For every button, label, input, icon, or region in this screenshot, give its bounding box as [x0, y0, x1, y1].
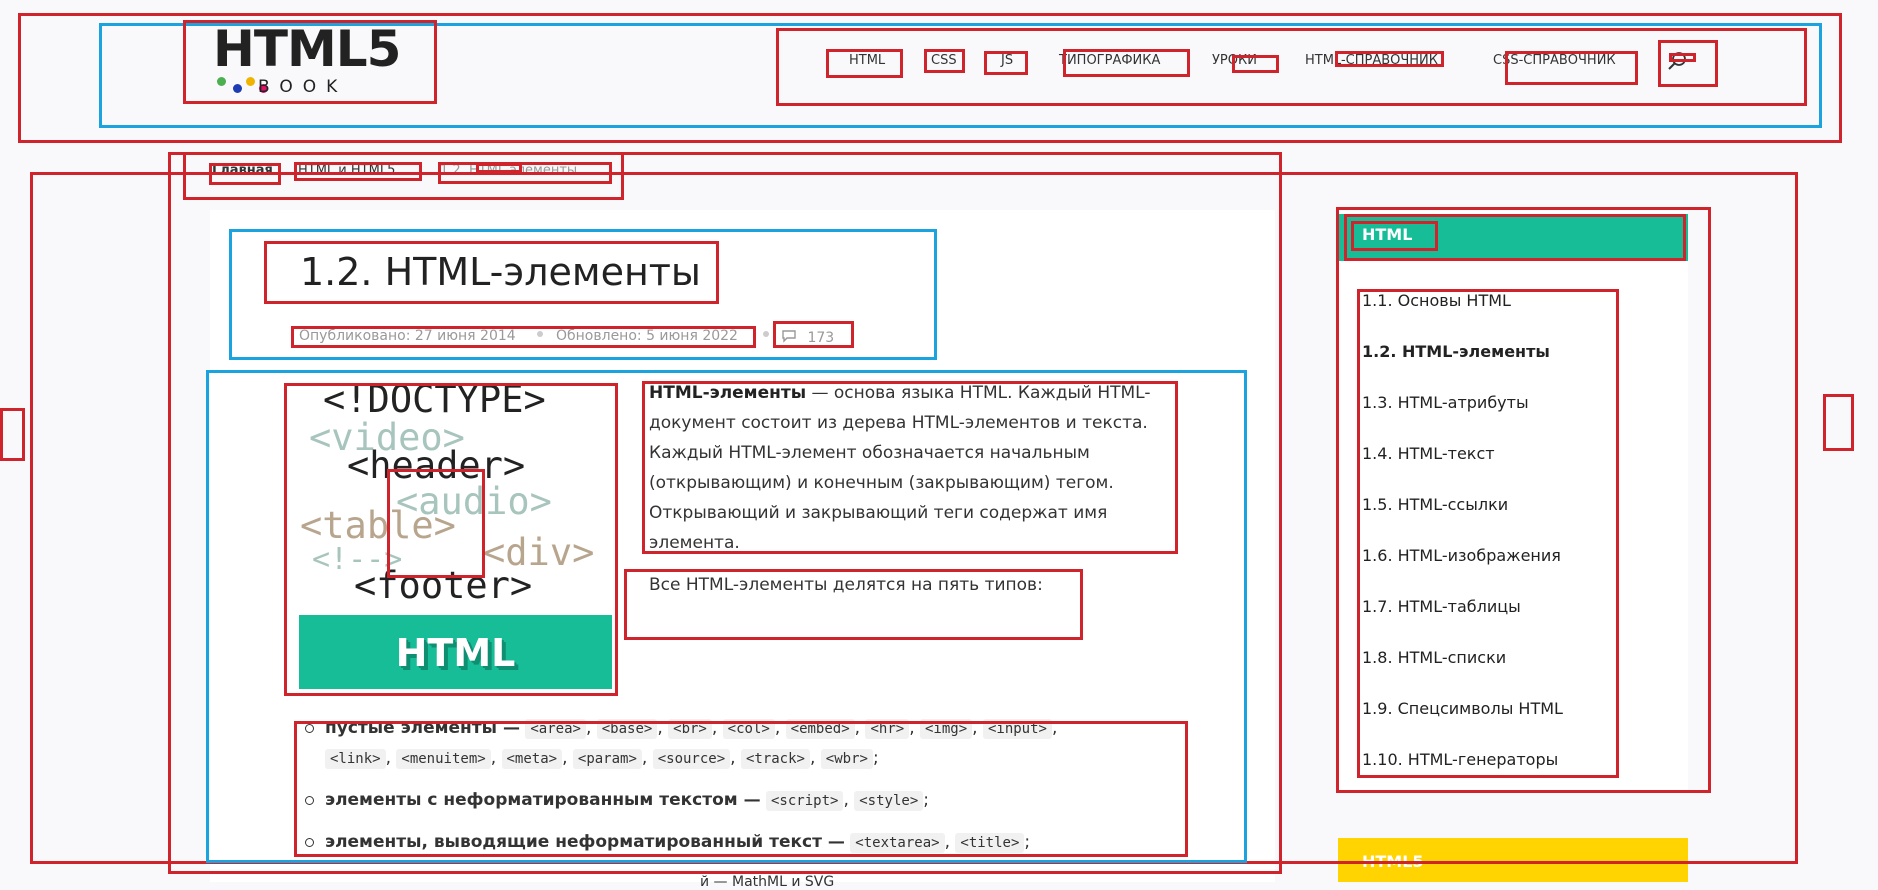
annotation-box	[1232, 55, 1279, 73]
annotation-box	[1063, 49, 1190, 77]
annotation-box	[1658, 40, 1718, 87]
annotation-box	[294, 721, 1188, 857]
annotation-box	[387, 469, 485, 578]
annotation-box	[291, 326, 756, 348]
annotation-box	[826, 49, 903, 78]
annotation-box	[773, 321, 854, 348]
annotation-box	[624, 569, 1083, 640]
annotation-box	[294, 162, 422, 181]
annotation-box	[1351, 221, 1438, 251]
annotation-box	[0, 408, 25, 461]
annotation-box	[1823, 394, 1854, 451]
annotation-box	[476, 163, 522, 173]
annotation-box	[642, 381, 1178, 554]
annotation-box	[984, 51, 1028, 75]
annotation-box	[438, 162, 612, 184]
annotation-box	[264, 241, 719, 304]
cut-off-text: й — MathML и SVG	[700, 874, 835, 890]
annotation-box	[209, 163, 281, 185]
annotation-box	[1335, 51, 1444, 67]
annotation-box	[183, 20, 437, 104]
annotation-box	[924, 49, 965, 73]
annotation-box	[1505, 51, 1638, 85]
annotation-box	[1669, 53, 1696, 62]
annotation-box	[1357, 289, 1619, 778]
